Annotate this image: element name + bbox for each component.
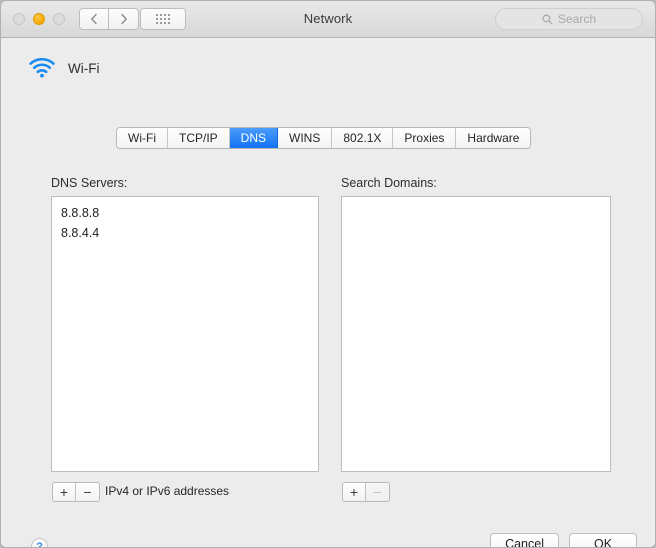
- wifi-icon: [29, 58, 55, 78]
- tab-hardware[interactable]: Hardware: [456, 128, 531, 148]
- tab-proxies[interactable]: Proxies: [393, 128, 457, 148]
- add-dns-server-button[interactable]: +: [53, 483, 76, 501]
- remove-dns-server-button[interactable]: −: [76, 483, 99, 501]
- search-field[interactable]: Search: [495, 8, 643, 30]
- tab-wins[interactable]: WINS: [278, 128, 333, 148]
- dns-servers-hint: IPv4 or IPv6 addresses: [105, 484, 230, 498]
- tab-8021x[interactable]: 802.1X: [332, 128, 394, 148]
- search-icon: [542, 14, 553, 25]
- service-header: Wi-Fi: [29, 58, 99, 78]
- dns-servers-add-remove: + −: [52, 482, 100, 502]
- list-item[interactable]: 8.8.4.4: [52, 223, 318, 243]
- tab-tcpip[interactable]: TCP/IP: [167, 128, 230, 148]
- preferences-content: Wi-Fi Wi-Fi TCP/IP DNS WINS 802.1X Proxi…: [1, 38, 655, 547]
- dns-servers-list[interactable]: 8.8.8.8 8.8.4.4: [51, 196, 319, 472]
- search-domains-list[interactable]: [341, 196, 611, 472]
- tab-bar: Wi-Fi TCP/IP DNS WINS 802.1X Proxies Har…: [116, 127, 532, 149]
- remove-search-domain-button: −: [366, 483, 389, 501]
- tab-dns[interactable]: DNS: [229, 128, 278, 148]
- search-domains-add-remove: + −: [342, 482, 390, 502]
- dns-servers-items: 8.8.8.8 8.8.4.4: [52, 197, 318, 243]
- cancel-button[interactable]: Cancel: [490, 533, 559, 547]
- tab-wifi[interactable]: Wi-Fi: [117, 128, 168, 148]
- service-name: Wi-Fi: [68, 60, 100, 76]
- ok-button[interactable]: OK: [569, 533, 637, 547]
- add-search-domain-button[interactable]: +: [343, 483, 366, 501]
- network-preferences-window: Network Search Wi-Fi Wi-Fi TCP/IP DNS WI…: [0, 0, 656, 548]
- search-domains-label: Search Domains:: [341, 176, 437, 190]
- search-domains-items: [342, 197, 610, 203]
- help-button[interactable]: ?: [31, 538, 48, 547]
- dns-servers-label: DNS Servers:: [51, 176, 128, 190]
- dialog-buttons: Cancel OK: [490, 533, 637, 547]
- search-placeholder: Search: [557, 12, 597, 26]
- window-titlebar: Network Search: [1, 1, 655, 38]
- list-item[interactable]: 8.8.8.8: [52, 203, 318, 223]
